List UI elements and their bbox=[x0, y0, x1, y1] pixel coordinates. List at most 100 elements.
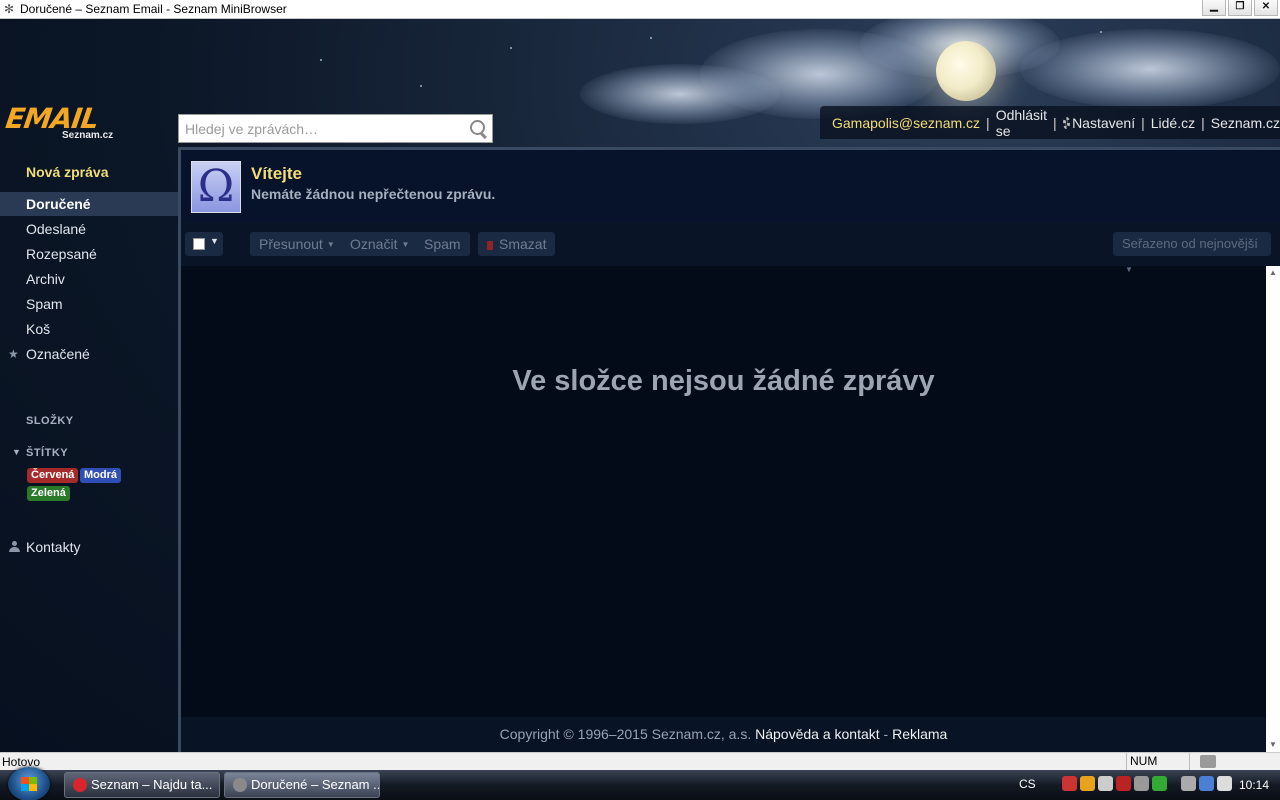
mark-button-label: Označit bbox=[350, 236, 398, 252]
labels-section-label: ŠTÍTKY bbox=[26, 447, 69, 459]
checkbox[interactable] bbox=[193, 238, 205, 250]
nav-separator: | bbox=[1201, 114, 1205, 131]
browser-app-icon bbox=[233, 778, 247, 792]
start-button[interactable] bbox=[8, 767, 50, 800]
ads-link[interactable]: Reklama bbox=[892, 726, 947, 742]
email-logo[interactable]: EMAIL Seznam.cz bbox=[4, 102, 136, 146]
page-content: EMAIL Seznam.cz Gamapolis@seznam.cz | Od… bbox=[0, 19, 1280, 752]
sort-dropdown[interactable]: Seřazeno od nejnovější ▼ bbox=[1113, 232, 1271, 274]
chevron-down-icon[interactable]: ▼ bbox=[210, 236, 219, 246]
new-message-button[interactable]: Nová zpráva bbox=[26, 164, 108, 180]
search-box bbox=[178, 114, 493, 143]
star-decoration bbox=[420, 85, 422, 87]
star-decoration bbox=[320, 59, 322, 61]
top-navigation: Gamapolis@seznam.cz | Odhlásit se | Nast… bbox=[820, 106, 1280, 139]
tray-app-icon[interactable] bbox=[1116, 776, 1131, 791]
browser-statusbar: Hotovo NUM bbox=[0, 752, 1280, 770]
tag-red[interactable]: Červená bbox=[27, 468, 79, 483]
copyright-text: Copyright © 1996–2015 Seznam.cz, a.s. bbox=[499, 726, 752, 742]
system-tray bbox=[1062, 776, 1232, 791]
network-icon[interactable] bbox=[1199, 776, 1214, 791]
sidebar-item-starred[interactable]: ★ Označené bbox=[0, 342, 178, 366]
logo-subtitle: Seznam.cz bbox=[62, 130, 114, 141]
tray-app-icon[interactable] bbox=[1080, 776, 1095, 791]
chevron-down-icon: ▼ bbox=[326, 240, 335, 250]
empty-folder-message: Ve složce nejsou žádné zprávy bbox=[512, 365, 935, 397]
language-indicator[interactable]: CS bbox=[1019, 777, 1036, 791]
avatar[interactable]: Ω bbox=[191, 161, 241, 213]
welcome-title: Vítejte bbox=[251, 164, 303, 183]
message-toolbar: ▼ Přesunout ▼ Označit ▼ Spam Smazat Seřaze… bbox=[181, 222, 1280, 274]
tray-app-icon[interactable] bbox=[1134, 776, 1149, 791]
window-titlebar: ✻ Doručené – Seznam Email - Seznam MiniB… bbox=[0, 0, 1280, 19]
nav-separator: | bbox=[1053, 114, 1057, 131]
num-lock-indicator: NUM bbox=[1126, 753, 1190, 770]
restore-button[interactable]: ❐ bbox=[1228, 0, 1252, 16]
move-button-label: Přesunout bbox=[259, 236, 323, 252]
person-icon bbox=[9, 541, 20, 552]
spam-button-label: Spam bbox=[424, 236, 461, 252]
main-panel: Ω Vítejte Nemáte žádnou nepřečtenou zprá… bbox=[178, 147, 1280, 752]
page-footer: Copyright © 1996–2015 Seznam.cz, a.s. Ná… bbox=[181, 717, 1266, 752]
sidebar-item-inbox[interactable]: Doručené bbox=[0, 192, 178, 216]
nav-separator: | bbox=[1141, 114, 1145, 131]
tray-app-icon[interactable] bbox=[1098, 776, 1113, 791]
labels-section-heading[interactable]: ▼ ŠTÍTKY bbox=[12, 447, 69, 459]
windows-logo-icon bbox=[21, 777, 37, 791]
moon-decoration bbox=[936, 41, 996, 101]
star-icon: ★ bbox=[8, 347, 19, 361]
sidebar-item-spam[interactable]: Spam bbox=[0, 292, 178, 316]
gear-icon bbox=[1062, 116, 1071, 129]
nav-separator: | bbox=[986, 114, 990, 131]
sidebar-item-sent[interactable]: Odeslané bbox=[0, 217, 178, 241]
search-icon[interactable] bbox=[466, 116, 492, 142]
minimize-button[interactable]: ▁ bbox=[1202, 0, 1226, 16]
tag-blue[interactable]: Modrá bbox=[80, 468, 121, 483]
folders-section-heading[interactable]: SLOŽKY bbox=[26, 415, 74, 427]
sidebar: Nová zpráva Doručené Odeslané Rozepsané … bbox=[0, 149, 178, 752]
tray-app-icon[interactable] bbox=[1181, 776, 1196, 791]
select-all-checkbox[interactable]: ▼ bbox=[185, 232, 223, 256]
delete-button[interactable]: Smazat bbox=[478, 232, 556, 256]
vertical-scrollbar[interactable]: ▲ ▼ bbox=[1266, 266, 1280, 752]
taskbar-item-label: Doručené – Seznam ... bbox=[251, 777, 380, 792]
tray-app-icon[interactable] bbox=[1062, 776, 1077, 791]
taskbar-clock[interactable]: 10:14 bbox=[1239, 778, 1269, 792]
seznam-link[interactable]: Seznam.cz bbox=[1211, 115, 1280, 131]
settings-link[interactable]: Nastavení bbox=[1072, 115, 1135, 131]
printer-icon[interactable] bbox=[1200, 755, 1216, 768]
cloud-decoration bbox=[1020, 29, 1280, 109]
star-decoration bbox=[650, 37, 652, 39]
footer-separator: - bbox=[883, 726, 889, 742]
window-controls: ▁ ❐ ✕ bbox=[1202, 0, 1278, 16]
logout-link[interactable]: Odhlásit se bbox=[996, 107, 1047, 139]
star-decoration bbox=[510, 47, 512, 49]
move-button[interactable]: Přesunout ▼ bbox=[250, 232, 345, 256]
sidebar-item-label: Kontakty bbox=[26, 539, 81, 555]
mark-button[interactable]: Označit ▼ bbox=[341, 232, 420, 256]
tray-app-icon[interactable] bbox=[1152, 776, 1167, 791]
chevron-down-icon[interactable]: ▼ bbox=[12, 447, 21, 457]
sidebar-item-trash[interactable]: Koš bbox=[0, 317, 178, 341]
user-email-link[interactable]: Gamapolis@seznam.cz bbox=[832, 115, 980, 131]
taskbar-item-email[interactable]: Doručené – Seznam ... bbox=[224, 772, 380, 798]
scroll-up-icon[interactable]: ▲ bbox=[1266, 266, 1280, 280]
help-link[interactable]: Nápověda a kontakt bbox=[755, 726, 880, 742]
welcome-banner: Ω Vítejte Nemáte žádnou nepřečtenou zprá… bbox=[181, 150, 1280, 222]
taskbar-item-label: Seznam – Najdu ta... bbox=[91, 777, 213, 792]
spam-button[interactable]: Spam bbox=[415, 232, 470, 256]
window-title: Doručené – Seznam Email - Seznam MiniBro… bbox=[20, 2, 287, 16]
sidebar-item-archive[interactable]: Archiv bbox=[0, 267, 178, 291]
volume-icon[interactable] bbox=[1217, 776, 1232, 791]
taskbar-item-seznam[interactable]: Seznam – Najdu ta... bbox=[64, 772, 220, 798]
scroll-down-icon[interactable]: ▼ bbox=[1266, 738, 1280, 752]
trash-icon bbox=[487, 240, 493, 250]
sort-label: Seřazeno od nejnovější bbox=[1122, 236, 1258, 251]
search-input[interactable] bbox=[179, 115, 466, 142]
tag-green[interactable]: Zelená bbox=[27, 486, 70, 501]
lide-link[interactable]: Lidé.cz bbox=[1151, 115, 1195, 131]
close-button[interactable]: ✕ bbox=[1254, 0, 1278, 16]
sidebar-item-drafts[interactable]: Rozepsané bbox=[0, 242, 178, 266]
welcome-subtitle: Nemáte žádnou nepřečtenou zprávu. bbox=[251, 186, 496, 202]
sidebar-item-contacts[interactable]: Kontakty bbox=[0, 535, 178, 559]
